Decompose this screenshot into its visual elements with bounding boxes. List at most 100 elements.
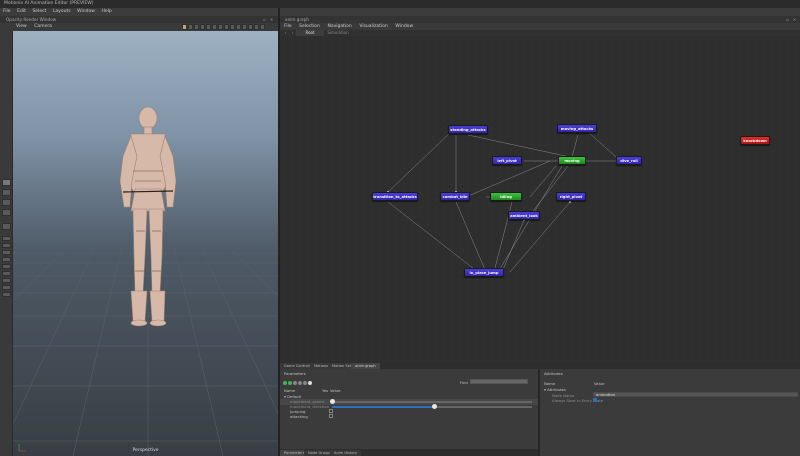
node-left-pivot[interactable]: left_pivot (492, 156, 522, 165)
tool-d-icon[interactable] (2, 257, 11, 262)
graph-menu-navigation[interactable]: Navigation (327, 24, 351, 29)
node-in-place-jump[interactable]: in_place_jump (464, 268, 504, 277)
wireframe-icon[interactable] (188, 24, 193, 30)
viewport-close-icon[interactable]: × (269, 17, 274, 22)
node-name-input[interactable]: animation (593, 392, 798, 397)
node-dive-roll[interactable]: dive_roll (616, 156, 642, 165)
main-menu-bar: File Edit Select Layouts Window Help (0, 8, 278, 16)
attributes-panel: Attributes Name Value ▾ Attributes Node … (540, 369, 800, 456)
node-knockdown[interactable]: knockdown (740, 136, 770, 145)
viewport-menu-camera[interactable]: Camera (34, 24, 52, 29)
subtab-anim-history[interactable]: Anim History (330, 450, 362, 456)
rotate-tool-icon[interactable] (2, 199, 11, 206)
col-name: Name (284, 388, 296, 393)
node-moving[interactable]: moving (558, 156, 586, 165)
viewport-menu-view[interactable]: View (16, 24, 27, 29)
normals-icon[interactable] (212, 24, 217, 30)
node-ambient-look[interactable]: ambient_look (508, 211, 540, 220)
attacking-checkbox[interactable] (329, 414, 333, 418)
attr-group-label: Attributes (547, 387, 566, 392)
col-value: Value (330, 388, 341, 393)
graph-float-icon[interactable]: ▫ (785, 17, 790, 22)
graph-menu-selection[interactable]: Selection (299, 24, 320, 29)
anim-graph-canvas[interactable]: standing_attacks moving_attacks left_piv… (280, 36, 800, 362)
visibility-icon[interactable] (248, 24, 253, 30)
bounds-icon[interactable] (218, 24, 223, 30)
move-up-icon[interactable] (298, 381, 302, 385)
param-attacking[interactable]: attacking (290, 414, 308, 419)
viewport-title: Opacity Render Window (0, 16, 278, 23)
collision-icon[interactable] (224, 24, 229, 30)
tool-e-icon[interactable] (2, 264, 11, 269)
layout-icon[interactable] (254, 24, 259, 30)
menu-help[interactable]: Help (102, 9, 112, 14)
node-combat-idle[interactable]: combat_idle (440, 192, 470, 201)
graph-menu-file[interactable]: File (284, 24, 292, 29)
viewport-camera-label: Perspective (132, 448, 159, 453)
node-right-pivot[interactable]: right_pivot (556, 192, 586, 201)
tool-a-icon[interactable] (2, 236, 11, 241)
graph-menu-visualization[interactable]: Visualization (359, 24, 387, 29)
tool-b-icon[interactable] (2, 243, 11, 248)
menu-select[interactable]: Select (32, 9, 46, 14)
menu-window[interactable]: Window (77, 9, 95, 14)
node-idling[interactable]: idling (490, 192, 522, 201)
find-label: Find (460, 380, 468, 385)
ground-grid (13, 240, 278, 456)
tool-c-icon[interactable] (2, 250, 11, 255)
grid-icon[interactable] (200, 24, 205, 30)
graph-panel-title: anim graph (280, 16, 800, 23)
attributes-title: Attributes (544, 371, 563, 376)
add-group-icon[interactable] (288, 381, 292, 385)
find-input[interactable] (470, 379, 528, 384)
attr-group[interactable]: ▾ Attributes (544, 387, 566, 392)
select-tool-icon[interactable] (2, 179, 11, 186)
camera-icon[interactable] (230, 24, 235, 30)
parameters-panel: Parameters Find Name Yes Value ▾ Default… (280, 369, 538, 456)
parameters-title: Parameters (284, 371, 306, 376)
restore-icon[interactable] (260, 24, 265, 30)
movement-direction-handle[interactable] (432, 404, 437, 409)
attr-col-name: Name (544, 381, 556, 386)
render-mode-icon[interactable] (182, 24, 187, 30)
param-subtabs: Parameters Node Groups Anim History (280, 449, 538, 456)
bottom-tab-bar: Game Controller Motions Motion Sets anim… (280, 362, 800, 369)
viewport-float-icon[interactable]: ▫ (262, 17, 267, 22)
top-toolbar-right (280, 8, 800, 16)
scale-tool-icon[interactable] (2, 209, 11, 216)
skeleton-icon[interactable] (206, 24, 211, 30)
tool-g-icon[interactable] (2, 278, 11, 283)
jumping-checkbox[interactable] (329, 409, 333, 413)
entry-state-checkbox[interactable] (593, 398, 597, 402)
viewport-toolbox (0, 31, 13, 456)
tool-h-icon[interactable] (2, 285, 11, 290)
graph-menu-window[interactable]: Window (395, 24, 413, 29)
viewport-toolbar (182, 24, 276, 30)
lighting-icon[interactable] (194, 24, 199, 30)
node-name-value: animation (596, 392, 616, 397)
movement-speed-slider[interactable] (332, 401, 532, 403)
tool-f-icon[interactable] (2, 271, 11, 276)
movement-speed-handle[interactable] (330, 399, 335, 404)
menu-edit[interactable]: Edit (17, 9, 26, 14)
viewport-scene (13, 106, 278, 456)
node-moving-attacks[interactable]: moving_attacks (557, 124, 597, 133)
add-parameter-icon[interactable] (283, 381, 287, 385)
menu-file[interactable]: File (3, 9, 11, 14)
graph-close-icon[interactable]: × (792, 17, 797, 22)
move-down-icon[interactable] (303, 381, 307, 385)
movement-direction-fill (332, 406, 434, 408)
menu-layouts[interactable]: Layouts (53, 9, 71, 14)
camera-orbit-icon[interactable] (2, 223, 11, 230)
node-transition-to-attacks[interactable]: transition_to_attacks (372, 192, 418, 201)
3d-viewport[interactable]: Perspective (13, 31, 278, 456)
remove-parameter-icon[interactable] (308, 381, 312, 385)
settings-icon[interactable] (242, 24, 247, 30)
edit-parameter-icon[interactable] (293, 381, 297, 385)
graph-connections (387, 129, 617, 273)
move-tool-icon[interactable] (2, 189, 11, 196)
tool-i-icon[interactable] (2, 292, 11, 297)
graph-menu: File Selection Navigation Visualization … (280, 23, 800, 30)
node-standing-attacks[interactable]: standing_attacks (448, 125, 488, 134)
follow-icon[interactable] (236, 24, 241, 30)
